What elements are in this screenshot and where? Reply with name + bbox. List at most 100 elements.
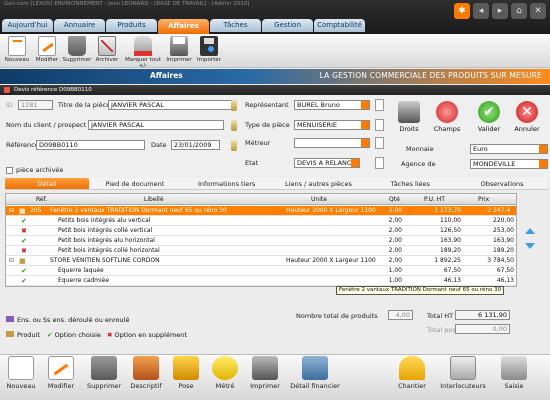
agence-label: Agence de bbox=[401, 160, 436, 168]
cell-qte: 2,00 bbox=[388, 247, 402, 254]
bottom-pose-button[interactable]: Pose bbox=[171, 356, 201, 390]
tab-informations-tiers[interactable]: Informations tiers bbox=[181, 178, 273, 189]
new-button[interactable]: Nouveau bbox=[2, 34, 32, 68]
edit-button[interactable]: Modifier bbox=[32, 34, 62, 68]
pin-icon[interactable] bbox=[231, 140, 237, 151]
tab-detail[interactable]: Détail bbox=[5, 178, 89, 189]
table-row[interactable]: ✔ Equerre cadmiée 1,00 46,13 46,13 bbox=[6, 276, 516, 286]
cell-libelle: Equerre laquée bbox=[58, 267, 104, 274]
back-icon[interactable]: ◂ bbox=[473, 3, 489, 19]
champs-button[interactable]: Champs bbox=[432, 101, 462, 133]
monnaie-select[interactable]: Euro bbox=[470, 144, 548, 154]
mark-all-button[interactable]: Marquer tout +/- bbox=[122, 34, 164, 69]
tab-liens[interactable]: Liens / autres pièces bbox=[273, 178, 365, 189]
valider-button[interactable]: ✔ Valider bbox=[474, 101, 504, 133]
document-header: Devis référence D09BB0110 bbox=[0, 85, 550, 95]
cell-ref: 205 bbox=[30, 207, 42, 214]
scroll-up-icon[interactable] bbox=[523, 227, 537, 235]
check-icon: ✔ bbox=[47, 331, 53, 339]
table-row[interactable]: ✔ Petit bois intégrés alu horizontal 2,00 1… bbox=[6, 236, 516, 246]
forward-icon[interactable]: ▸ bbox=[492, 3, 508, 19]
sub-tabs: Détail Pied de document Informations tie… bbox=[5, 178, 548, 190]
printer-icon bbox=[170, 36, 188, 56]
bottom-saisie-button[interactable]: Saisie bbox=[497, 356, 531, 390]
tab-affaires[interactable]: Affaires bbox=[158, 19, 209, 34]
import-button[interactable]: Importer bbox=[194, 34, 224, 68]
doc-icon[interactable] bbox=[375, 137, 384, 149]
floppy-icon bbox=[200, 36, 218, 56]
cell-qte: 2,00 bbox=[388, 207, 402, 214]
representant-select[interactable]: BUREL Bruno bbox=[294, 100, 370, 110]
tab-gestion[interactable]: Gestion bbox=[262, 19, 313, 32]
expand-icon[interactable]: ⊟ bbox=[9, 206, 14, 216]
new-doc-icon bbox=[8, 36, 26, 56]
client-field[interactable]: JANVIER PASCAL bbox=[88, 120, 224, 130]
printer-icon bbox=[252, 356, 278, 380]
reference-field[interactable]: D09BB0110 bbox=[36, 140, 145, 150]
cell-libelle: Equerre cadmiée bbox=[58, 277, 110, 284]
bottom-financial-detail-button[interactable]: Détail financier bbox=[289, 356, 341, 390]
doc-icon[interactable] bbox=[375, 99, 384, 111]
cross-icon: ✖ bbox=[21, 227, 27, 235]
date-field[interactable]: 23/01/2009 bbox=[171, 140, 220, 150]
bottom-edit-button[interactable]: Modifier bbox=[42, 356, 80, 390]
tab-annuaire[interactable]: Annuaire bbox=[54, 19, 105, 32]
etat-select[interactable]: DEVIS A RELANCER bbox=[294, 158, 360, 168]
delete-button[interactable]: Supprimer bbox=[62, 34, 92, 68]
date-label: Date bbox=[151, 141, 167, 149]
cell-qte: 2,00 bbox=[388, 227, 402, 234]
cell-prix: 46,13 bbox=[496, 277, 514, 284]
print-button[interactable]: Imprimer bbox=[164, 34, 194, 68]
table-row[interactable]: ✔ Petits bois intégrés alu vertical 2,00 11… bbox=[6, 216, 516, 226]
bottom-chantier-button[interactable]: Chantier bbox=[395, 356, 429, 390]
cell-prix: 253,00 bbox=[493, 227, 514, 234]
tab-taches[interactable]: Tâches bbox=[210, 19, 261, 32]
bottom-interlocuteurs-button[interactable]: Interlocuteurs bbox=[438, 356, 488, 390]
tab-taches-liees[interactable]: Tâches liées bbox=[364, 178, 456, 189]
table-row[interactable]: ✖ Petit bois intégrés collé vertical 2,00 1… bbox=[6, 226, 516, 236]
agence-select[interactable]: MONDEVILLE bbox=[470, 159, 548, 169]
tab-produits[interactable]: Produits bbox=[106, 19, 157, 32]
check-icon: ✔ bbox=[21, 277, 27, 285]
bottom-new-button[interactable]: Nouveau bbox=[4, 356, 38, 390]
table-row[interactable]: ⊟ ■ STORE VENITIEN SOFTLINE CORDON Hauteur … bbox=[6, 256, 516, 266]
scroll-down-icon[interactable] bbox=[523, 242, 537, 250]
type-select[interactable]: MENUISERIE bbox=[294, 120, 370, 130]
archive-button[interactable]: Archiver bbox=[92, 34, 122, 68]
bottom-print-button[interactable]: Imprimer bbox=[247, 356, 283, 390]
cell-prix: 189,20 bbox=[493, 247, 514, 254]
network-icon[interactable]: ✱ bbox=[454, 3, 470, 19]
tab-observations[interactable]: Observations bbox=[456, 178, 548, 189]
cell-pu: 163,90 bbox=[440, 237, 461, 244]
cell-libelle: Petit bois intégrés collé horizontal bbox=[58, 247, 160, 254]
metreur-select[interactable] bbox=[294, 138, 370, 148]
table-row[interactable]: ⊟ ■ 205 Fenêtre 2 vantaux TRADITION Dormant… bbox=[6, 206, 516, 216]
tab-aujourdhui[interactable]: Aujourd'hui bbox=[2, 19, 53, 32]
doc-icon[interactable] bbox=[375, 119, 384, 131]
close-icon[interactable]: ✕ bbox=[530, 3, 546, 19]
expand-icon[interactable]: ⊟ bbox=[9, 256, 14, 266]
droits-button[interactable]: Droits bbox=[396, 101, 422, 133]
cell-pu: 110,00 bbox=[440, 217, 461, 224]
titre-field[interactable]: JANVIER PASCAL bbox=[108, 100, 234, 110]
home-icon[interactable]: ⌂ bbox=[511, 3, 527, 19]
check-icon: ✔ bbox=[21, 237, 27, 245]
etat-label: Etat bbox=[245, 159, 259, 167]
pin-icon[interactable] bbox=[231, 100, 237, 111]
col-ref: Réf. bbox=[36, 196, 48, 203]
archive-checkbox[interactable] bbox=[6, 167, 13, 174]
cell-libelle: Fenêtre 2 vantaux TRADITION Dormant neuf… bbox=[50, 207, 227, 214]
tab-comptabilite[interactable]: Comptabilité bbox=[314, 19, 365, 32]
archive-box-icon bbox=[98, 36, 116, 56]
bottom-metre-button[interactable]: Métré bbox=[210, 356, 240, 390]
table-row[interactable]: ✖ Petit bois intégrés collé horizontal 2,0… bbox=[6, 246, 516, 256]
annuler-button[interactable]: ✕ Annuler bbox=[512, 101, 542, 133]
bottom-delete-button[interactable]: Supprimer bbox=[84, 356, 124, 390]
table-row[interactable]: ✔ Equerre laquée 1,00 67,50 67,50 bbox=[6, 266, 516, 276]
tooltip: Fenêtre 2 vantaux TRADITION Dormant neuf… bbox=[336, 286, 505, 295]
pin-icon[interactable] bbox=[231, 120, 237, 131]
bottom-descriptif-button[interactable]: Descriptif bbox=[127, 356, 165, 390]
tab-pied-document[interactable]: Pied de document bbox=[89, 178, 181, 189]
doc-icon[interactable] bbox=[375, 157, 384, 169]
package-icon bbox=[6, 331, 14, 337]
